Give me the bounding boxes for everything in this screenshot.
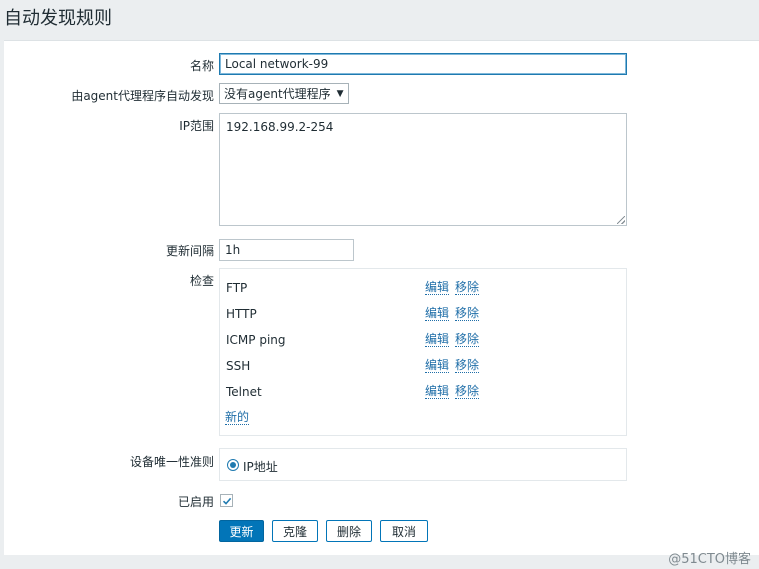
- page-title: 自动发现规则: [4, 8, 112, 29]
- proxy-select-value: 没有agent代理程序: [224, 87, 331, 101]
- checks-box: FTP 编辑 移除 HTTP 编辑 移除 ICMP ping 编辑 移除 SSH…: [219, 268, 627, 436]
- proxy-select[interactable]: 没有agent代理程序 ▼: [219, 83, 349, 104]
- remove-check-link[interactable]: 移除: [455, 307, 480, 321]
- discovery-rule-form: 名称 Local network-99 由agent代理程序自动发现 没有age…: [4, 40, 759, 555]
- name-input-value: Local network-99: [225, 57, 329, 71]
- ip-range-label: IP范围: [179, 119, 214, 133]
- resize-handle-icon[interactable]: [617, 216, 625, 224]
- remove-check-link[interactable]: 移除: [455, 281, 480, 295]
- ip-range-value: 192.168.99.2-254: [226, 120, 334, 134]
- uniqueness-box: IP地址: [219, 448, 627, 481]
- ip-range-textarea[interactable]: 192.168.99.2-254: [219, 113, 627, 226]
- check-name: FTP: [226, 281, 248, 295]
- interval-input[interactable]: 1h: [219, 239, 354, 261]
- ip-address-option-label: IP地址: [243, 460, 278, 474]
- remove-check-link[interactable]: 移除: [455, 333, 480, 347]
- check-name: Telnet: [226, 385, 262, 399]
- new-check-link[interactable]: 新的: [225, 411, 250, 425]
- checks-label: 检查: [189, 274, 214, 288]
- edit-check-link[interactable]: 编辑: [425, 359, 450, 373]
- edit-check-link[interactable]: 编辑: [425, 385, 450, 399]
- name-input[interactable]: Local network-99: [219, 53, 627, 75]
- enabled-checkbox[interactable]: [220, 494, 233, 507]
- proxy-label: 由agent代理程序自动发现: [71, 89, 214, 103]
- remove-check-link[interactable]: 移除: [455, 359, 480, 373]
- uniqueness-label: 设备唯一性准则: [129, 455, 214, 469]
- check-name: ICMP ping: [226, 333, 286, 347]
- checkmark-icon: [222, 497, 231, 505]
- check-name: SSH: [226, 359, 251, 373]
- watermark: @51CTO博客: [668, 552, 751, 567]
- interval-input-value: 1h: [225, 243, 241, 257]
- check-name: HTTP: [226, 307, 257, 321]
- update-button[interactable]: 更新: [219, 520, 264, 542]
- ip-address-radio[interactable]: [227, 459, 239, 471]
- enabled-label: 已启用: [177, 495, 214, 509]
- edit-check-link[interactable]: 编辑: [425, 307, 450, 321]
- cancel-button[interactable]: 取消: [380, 520, 428, 542]
- edit-check-link[interactable]: 编辑: [425, 281, 450, 295]
- chevron-down-icon: ▼: [336, 88, 344, 99]
- clone-button[interactable]: 克隆: [272, 520, 318, 542]
- remove-check-link[interactable]: 移除: [455, 385, 480, 399]
- edit-check-link[interactable]: 编辑: [425, 333, 450, 347]
- name-label: 名称: [189, 59, 214, 73]
- delete-button[interactable]: 删除: [326, 520, 372, 542]
- interval-label: 更新间隔: [165, 244, 214, 258]
